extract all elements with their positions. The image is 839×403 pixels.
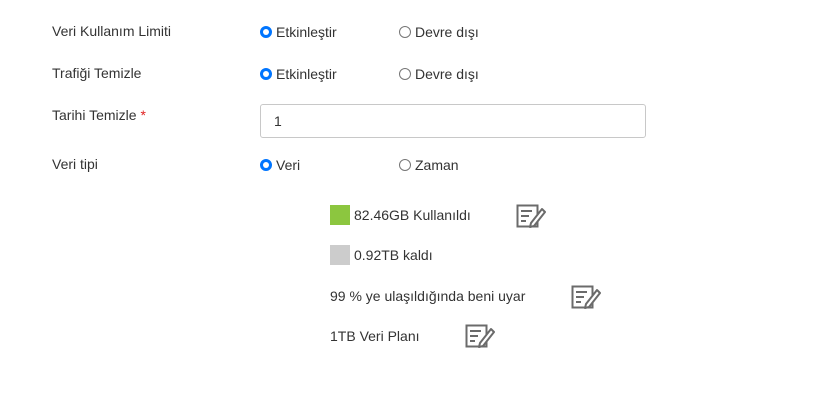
data-type-time-radio[interactable]: Zaman [399, 157, 459, 173]
remaining-text: 0.92TB kaldı [354, 247, 433, 263]
clear-traffic-disable-radio[interactable]: Devre dışı [399, 66, 479, 82]
radio-unselected-icon [399, 26, 411, 38]
required-mark: * [140, 107, 146, 123]
radio-label: Devre dışı [415, 66, 479, 82]
edit-icon[interactable] [516, 204, 546, 228]
radio-selected-icon [260, 26, 272, 38]
remaining-color-swatch [330, 245, 350, 265]
used-text: 82.46GB Kullanıldı [354, 207, 471, 223]
radio-selected-icon [260, 68, 272, 80]
clear-date-input[interactable] [260, 104, 646, 138]
radio-label: Devre dışı [415, 24, 479, 40]
clear-traffic-label: Trafiği Temizle [52, 65, 142, 81]
data-limit-enable-radio[interactable]: Etkinleştir [260, 24, 337, 40]
clear-traffic-enable-radio[interactable]: Etkinleştir [260, 66, 337, 82]
radio-unselected-icon [399, 68, 411, 80]
alert-threshold-text: 99 % ye ulaşıldığında beni uyar [330, 288, 526, 304]
data-type-data-radio[interactable]: Veri [260, 157, 300, 173]
radio-label: Zaman [415, 157, 459, 173]
data-type-label: Veri tipi [52, 156, 98, 172]
data-limit-label: Veri Kullanım Limiti [52, 23, 172, 39]
data-limit-disable-radio[interactable]: Devre dışı [399, 24, 479, 40]
radio-label: Veri [276, 157, 301, 173]
edit-icon[interactable] [465, 324, 495, 348]
data-plan-text: 1TB Veri Planı [330, 328, 420, 344]
clear-date-label-text: Tarihi Temizle [52, 107, 137, 123]
radio-selected-icon [260, 159, 272, 171]
used-color-swatch [330, 205, 350, 225]
radio-label: Etkinleştir [276, 66, 337, 82]
radio-label: Etkinleştir [276, 24, 337, 40]
edit-icon[interactable] [571, 285, 601, 309]
clear-date-label: Tarihi Temizle * [52, 107, 146, 123]
radio-unselected-icon [399, 159, 411, 171]
